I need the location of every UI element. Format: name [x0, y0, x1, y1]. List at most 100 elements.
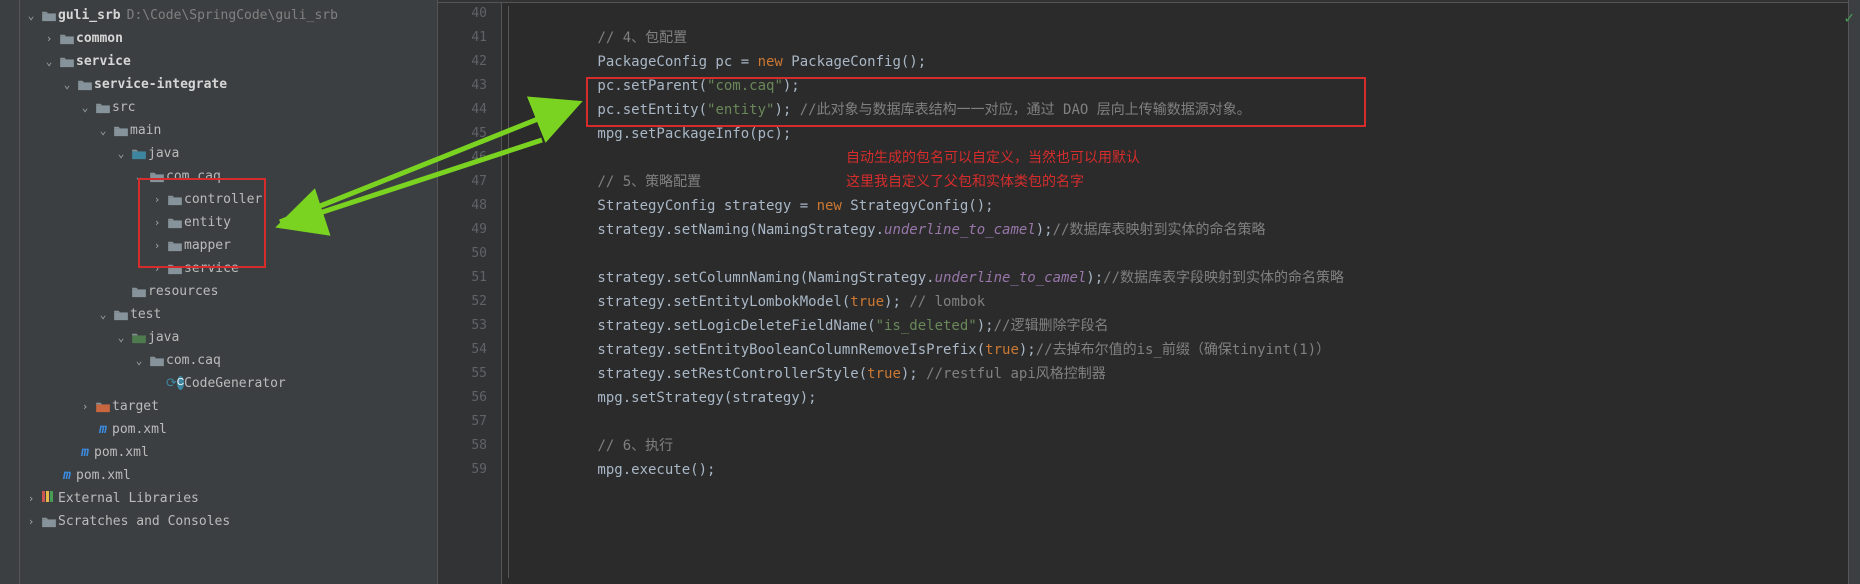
line-number[interactable]: 57: [438, 410, 501, 434]
tree-row-label: mapper: [184, 238, 231, 253]
tree-row[interactable]: ›controller: [20, 188, 437, 211]
expand-arrow-icon[interactable]: ›: [148, 262, 166, 275]
code-line[interactable]: [530, 242, 1860, 266]
line-number[interactable]: 56: [438, 386, 501, 410]
expand-arrow-icon[interactable]: ›: [148, 216, 166, 229]
fld-exclude-icon: [94, 401, 112, 413]
expand-arrow-icon[interactable]: ⌄: [112, 147, 130, 160]
code-line[interactable]: mpg.setPackageInfo(pc);: [530, 122, 1860, 146]
tree-row[interactable]: ⌄service: [20, 50, 437, 73]
expand-arrow-icon[interactable]: ›: [148, 239, 166, 252]
code-area[interactable]: 自动生成的包名可以自定义，当然也可以用默认 这里我自定义了父包和实体类包的名字 …: [502, 0, 1860, 584]
line-number[interactable]: 59: [438, 458, 501, 482]
line-number[interactable]: 42: [438, 50, 501, 74]
line-number[interactable]: 41: [438, 26, 501, 50]
tree-row[interactable]: ›Scratches and Consoles: [20, 510, 437, 533]
tree-row[interactable]: ⌄java: [20, 142, 437, 165]
fld-test-icon: [130, 332, 148, 344]
expand-arrow-icon[interactable]: ⌄: [76, 101, 94, 114]
tree-row-label: guli_srb: [58, 8, 121, 23]
code-line[interactable]: PackageConfig pc = new PackageConfig();: [530, 50, 1860, 74]
code-line[interactable]: strategy.setColumnNaming(NamingStrategy.…: [530, 266, 1860, 290]
code-line[interactable]: strategy.setRestControllerStyle(true); /…: [530, 362, 1860, 386]
line-number[interactable]: 51: [438, 266, 501, 290]
project-tool-window: ⌄guli_srbD:\Code\SpringCode\guli_srb›com…: [0, 0, 438, 584]
tree-row[interactable]: resources: [20, 280, 437, 303]
tree-row[interactable]: mpom.xml: [20, 418, 437, 441]
code-line[interactable]: // 6、执行: [530, 434, 1860, 458]
line-number[interactable]: 45: [438, 122, 501, 146]
expand-arrow-icon[interactable]: ⌄: [130, 170, 148, 183]
tool-window-stripe[interactable]: [0, 0, 20, 584]
code-line[interactable]: pc.setEntity("entity"); //此对象与数据库表结构一一对应…: [530, 98, 1860, 122]
expand-arrow-icon[interactable]: ⌄: [40, 55, 58, 68]
line-number[interactable]: 47: [438, 170, 501, 194]
project-tree[interactable]: ⌄guli_srbD:\Code\SpringCode\guli_srb›com…: [20, 0, 437, 584]
code-line[interactable]: strategy.setEntityLombokModel(true); // …: [530, 290, 1860, 314]
expand-arrow-icon[interactable]: ⌄: [130, 354, 148, 367]
code-line[interactable]: // 5、策略配置: [530, 170, 1860, 194]
tree-row[interactable]: ⟳ CCodeGenerator: [20, 372, 437, 395]
code-line[interactable]: strategy.setEntityBooleanColumnRemoveIsP…: [530, 338, 1860, 362]
tree-row[interactable]: ›External Libraries: [20, 487, 437, 510]
line-number[interactable]: 52: [438, 290, 501, 314]
code-line[interactable]: // 4、包配置: [530, 26, 1860, 50]
line-number[interactable]: 53: [438, 314, 501, 338]
code-line[interactable]: strategy.setLogicDeleteFieldName("is_del…: [530, 314, 1860, 338]
error-stripe[interactable]: [1848, 0, 1860, 584]
tree-row[interactable]: ⌄guli_srbD:\Code\SpringCode\guli_srb: [20, 4, 437, 27]
line-number[interactable]: 43: [438, 74, 501, 98]
expand-arrow-icon[interactable]: ›: [22, 515, 40, 528]
line-number[interactable]: 50: [438, 242, 501, 266]
tree-row[interactable]: ›target: [20, 395, 437, 418]
code-line[interactable]: StrategyConfig strategy = new StrategyCo…: [530, 194, 1860, 218]
inspection-ok-icon[interactable]: ✓: [1844, 8, 1854, 27]
expand-arrow-icon[interactable]: ⌄: [94, 124, 112, 137]
code-line[interactable]: pc.setParent("com.caq");: [530, 74, 1860, 98]
code-line[interactable]: strategy.setNaming(NamingStrategy.underl…: [530, 218, 1860, 242]
tree-row-label: resources: [148, 284, 218, 299]
line-number[interactable]: 44: [438, 98, 501, 122]
tree-row-label: pom.xml: [76, 468, 131, 483]
expand-arrow-icon[interactable]: ⌄: [58, 78, 76, 91]
tree-row[interactable]: ⌄java: [20, 326, 437, 349]
tree-row[interactable]: ⌄com.caq: [20, 165, 437, 188]
tree-row[interactable]: ⌄service-integrate: [20, 73, 437, 96]
tree-row[interactable]: mpom.xml: [20, 441, 437, 464]
tree-row[interactable]: ›entity: [20, 211, 437, 234]
expand-arrow-icon[interactable]: ›: [76, 400, 94, 413]
tree-row[interactable]: ⌄test: [20, 303, 437, 326]
fld-icon: [130, 286, 148, 298]
tree-row[interactable]: › mapper: [20, 234, 437, 257]
line-number[interactable]: 48: [438, 194, 501, 218]
line-number[interactable]: 54: [438, 338, 501, 362]
expand-arrow-icon[interactable]: ›: [22, 492, 40, 505]
fld-pkg-icon: [166, 194, 184, 206]
expand-arrow-icon[interactable]: ›: [40, 32, 58, 45]
expand-arrow-icon[interactable]: ›: [148, 193, 166, 206]
expand-arrow-icon[interactable]: ⌄: [22, 9, 40, 22]
tree-row[interactable]: ›service: [20, 257, 437, 280]
line-number[interactable]: 55: [438, 362, 501, 386]
tree-row-label: com.caq: [166, 353, 221, 368]
tree-row[interactable]: ⌄ com.caq: [20, 349, 437, 372]
expand-arrow-icon[interactable]: ⌄: [112, 331, 130, 344]
line-number[interactable]: 58: [438, 434, 501, 458]
code-editor[interactable]: 4041424344454647484950515253545556575859…: [438, 0, 1860, 584]
tree-row[interactable]: ›common: [20, 27, 437, 50]
code-line[interactable]: [530, 2, 1860, 26]
line-number[interactable]: 49: [438, 218, 501, 242]
editor-gutter[interactable]: 4041424344454647484950515253545556575859: [438, 0, 502, 584]
code-line[interactable]: mpg.execute();: [530, 458, 1860, 482]
fld-src-icon: [130, 148, 148, 160]
line-number[interactable]: 46: [438, 146, 501, 170]
line-number[interactable]: 40: [438, 2, 501, 26]
code-line[interactable]: mpg.setStrategy(strategy);: [530, 386, 1860, 410]
tree-row[interactable]: ⌄ src: [20, 96, 437, 119]
code-line[interactable]: [530, 410, 1860, 434]
tree-row[interactable]: mpom.xml: [20, 464, 437, 487]
expand-arrow-icon[interactable]: ⌄: [94, 308, 112, 321]
tree-row-label: src: [112, 100, 135, 115]
code-line[interactable]: [530, 146, 1860, 170]
tree-row[interactable]: ⌄main: [20, 119, 437, 142]
